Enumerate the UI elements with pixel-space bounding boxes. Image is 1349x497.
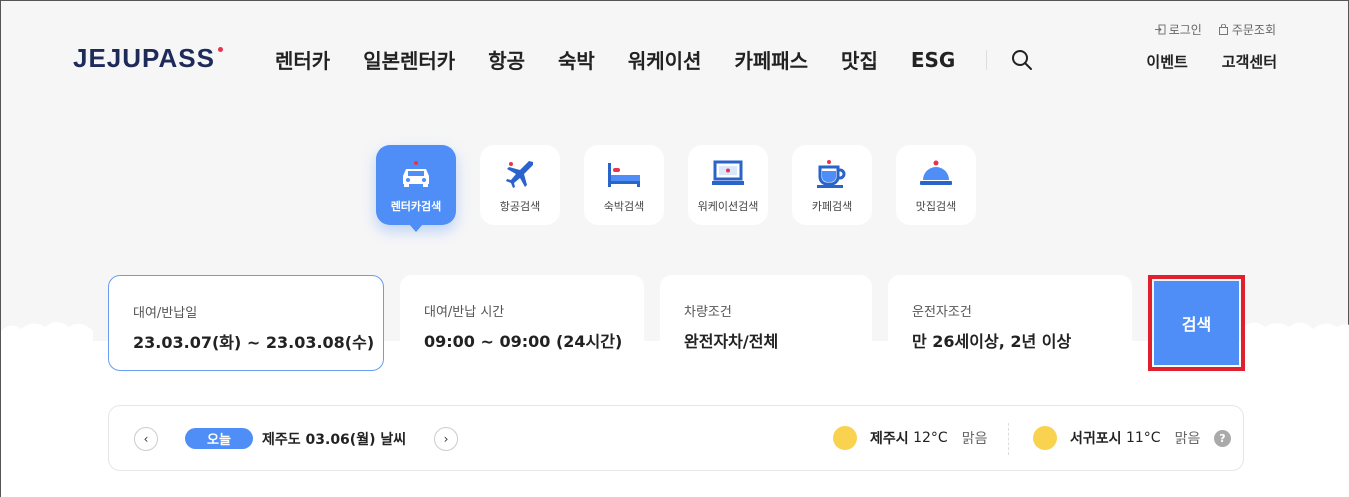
login-label: 로그인 [1168,23,1202,37]
time-range-field[interactable]: 대여/반납 시간 09:00 ~ 09:00 (24시간) [400,275,644,371]
chevron-right-icon: › [443,432,449,446]
bed-icon [604,158,644,190]
city-condition: 맑음 [961,431,988,447]
driver-condition-field[interactable]: 운전자조건 만 26세이상, 2년 이상 [888,275,1132,371]
weather-title: 제주도 03.06(월) 날씨 [262,432,407,448]
weather-divider [1008,423,1009,455]
tab-stay-search[interactable]: 숙박검색 [584,145,664,225]
chevron-left-icon: ‹ [143,432,149,446]
city-temp: 12°C [913,430,948,446]
tab-label: 워케이션검색 [697,200,759,213]
city-name: 서귀포시 [1070,431,1122,447]
sun-icon [1033,426,1057,450]
vehicle-condition-value: 완전자차/전체 [684,332,779,351]
tab-label: 숙박검색 [603,200,645,213]
vehicle-condition-label: 차량조건 [684,305,732,320]
vehicle-condition-field[interactable]: 차량조건 완전자차/전체 [660,275,872,371]
date-range-field[interactable]: 대여/반납일 23.03.07(화) ~ 23.03.08(수) [108,275,384,371]
tab-label: 맛집검색 [915,200,957,213]
shopping-bag-icon [1218,24,1228,35]
nav-workation[interactable]: 워케이션 [628,45,702,74]
nav-flight[interactable]: 항공 [488,45,525,74]
weather-prev-button[interactable]: ‹ [134,427,158,451]
help-icon[interactable]: ? [1214,430,1231,447]
airplane-icon [500,158,540,190]
nav-divider [986,49,988,70]
time-range-label: 대여/반납 시간 [424,305,505,320]
weather-bar: ‹ 오늘 제주도 03.06(월) 날씨 › 제주시 12°C 맑음 서귀포시 … [108,405,1244,471]
support-link[interactable]: 고객센터 [1222,51,1277,72]
city-condition: 맑음 [1174,431,1201,447]
tab-flight-search[interactable]: 항공검색 [480,145,560,225]
event-link[interactable]: 이벤트 [1146,51,1187,72]
nav-japan-rentcar[interactable]: 일본렌터카 [363,45,455,74]
weather-city-jeju: 제주시 12°C 맑음 [833,426,987,450]
utility-links-top: 로그인 주문조회 [1154,21,1276,38]
nav-rentcar[interactable]: 렌터카 [275,45,330,74]
coffee-cup-icon [812,158,852,190]
search-icon[interactable] [1011,49,1033,71]
category-tabs: 렌터카검색 항공검색 숙박검색 워케이션검색 카페검색 맛집검색 [376,145,976,232]
city-name: 제주시 [870,431,909,447]
logo-text: JEJUPASS [73,43,215,73]
nav-cafepass[interactable]: 카페패스 [734,45,808,74]
tab-workation-search[interactable]: 워케이션검색 [688,145,768,225]
main-nav: 렌터카 일본렌터카 항공 숙박 워케이션 카페패스 맛집 ESG [275,45,1033,74]
search-button-highlight: 검색 [1148,275,1245,371]
food-cloche-icon [916,158,956,190]
tab-label: 항공검색 [499,200,541,213]
weather-city-seogwipo: 서귀포시 11°C 맑음 [1033,426,1200,450]
tab-rentcar-search[interactable]: 렌터카검색 [376,145,456,232]
date-range-value: 23.03.07(화) ~ 23.03.08(수) [133,333,375,352]
tab-label: 카페검색 [811,200,853,213]
search-button[interactable]: 검색 [1154,281,1239,365]
order-lookup-link[interactable]: 주문조회 [1218,21,1276,38]
driver-condition-value: 만 26세이상, 2년 이상 [912,332,1072,351]
car-icon [396,158,436,190]
time-range-value: 09:00 ~ 09:00 (24시간) [424,332,623,351]
tab-cafe-search[interactable]: 카페검색 [792,145,872,225]
order-lookup-label: 주문조회 [1231,23,1276,37]
nav-esg[interactable]: ESG [911,48,955,72]
sun-icon [833,426,857,450]
nav-restaurant[interactable]: 맛집 [841,45,878,74]
nav-stay[interactable]: 숙박 [558,45,595,74]
tab-label: 렌터카검색 [390,200,442,213]
logo-dot [217,47,223,52]
driver-condition-label: 운전자조건 [912,305,972,320]
date-range-label: 대여/반납일 [133,306,198,321]
city-temp: 11°C [1125,430,1161,446]
login-icon [1154,24,1166,35]
tab-restaurant-search[interactable]: 맛집검색 [896,145,976,225]
today-badge: 오늘 [185,428,253,449]
laptop-icon [708,158,748,190]
login-link[interactable]: 로그인 [1154,21,1202,38]
utility-links-bottom: 이벤트 고객센터 [1146,51,1277,72]
jejupass-logo[interactable]: JEJUPASS [73,43,223,74]
weather-next-button[interactable]: › [434,427,458,451]
